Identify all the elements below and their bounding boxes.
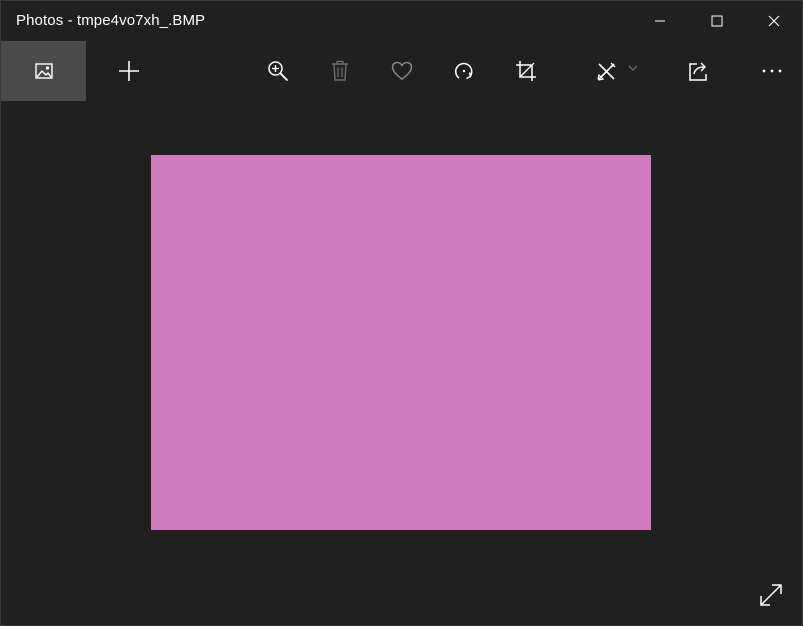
minimize-icon (654, 20, 665, 22)
title-bar: Photos - tmpe4vo7xh_.BMP (1, 1, 802, 41)
fullscreen-button[interactable] (753, 577, 789, 613)
plus-icon (118, 61, 139, 81)
share-button[interactable] (674, 41, 724, 101)
edit-create-button[interactable] (587, 41, 647, 101)
zoom-button[interactable] (253, 41, 303, 101)
command-bar (1, 41, 802, 101)
image-icon (34, 63, 53, 79)
share-icon (689, 62, 707, 81)
rotate-icon (455, 62, 473, 80)
crop-button[interactable] (501, 41, 551, 101)
more-icon (762, 69, 782, 73)
expand-icon (760, 584, 782, 606)
more-button[interactable] (747, 41, 797, 101)
delete-button[interactable] (315, 41, 365, 101)
heart-icon (391, 61, 413, 80)
photos-window: Photos - tmpe4vo7xh_.BMP (0, 0, 803, 626)
favorite-button[interactable] (377, 41, 427, 101)
add-button[interactable] (86, 41, 171, 101)
close-button[interactable] (745, 1, 802, 41)
chevron-down-icon (628, 65, 638, 71)
window-title: Photos - tmpe4vo7xh_.BMP (16, 12, 206, 29)
edit-create-icon (597, 62, 616, 81)
maximize-button[interactable] (688, 1, 745, 41)
rotate-button[interactable] (439, 41, 489, 101)
zoom-in-icon (268, 61, 288, 81)
image-viewer (1, 101, 802, 625)
minimize-button[interactable] (631, 1, 688, 41)
trash-icon (332, 60, 348, 81)
gallery-button[interactable] (1, 41, 86, 101)
maximize-icon (711, 15, 722, 27)
displayed-image[interactable] (151, 155, 651, 530)
close-icon (768, 15, 779, 27)
crop-icon (516, 61, 536, 81)
